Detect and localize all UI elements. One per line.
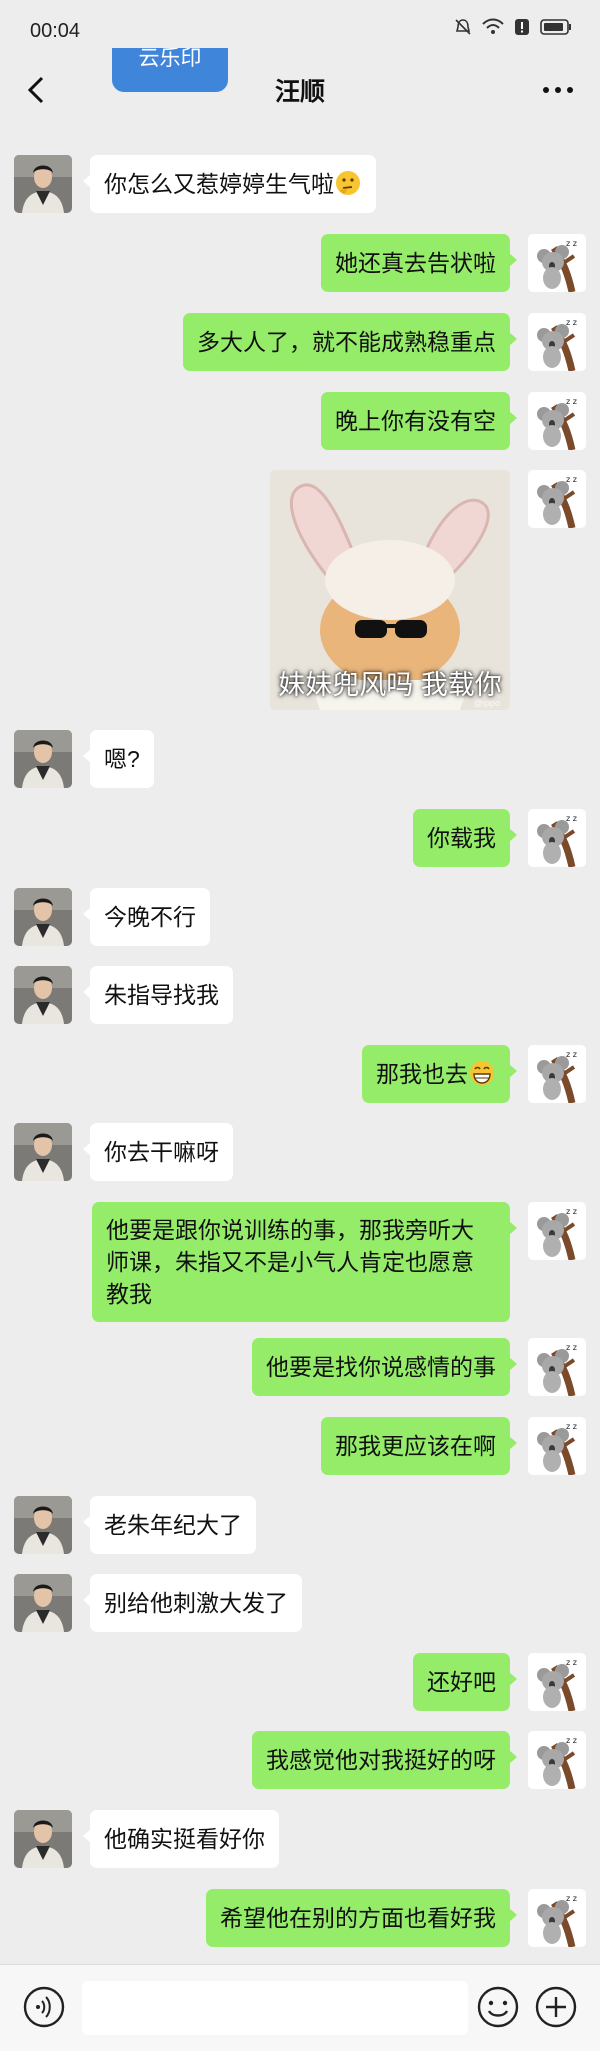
contact-avatar[interactable] <box>14 1810 72 1868</box>
outgoing-message-bubble[interactable]: 他要是找你说感情的事 <box>252 1338 517 1396</box>
incoming-message-bubble[interactable]: 嗯? <box>83 730 154 788</box>
outgoing-message-bubble[interactable]: 希望他在别的方面也看好我 <box>206 1889 517 1947</box>
status-bar: 00:04 <box>0 0 600 58</box>
contact-avatar[interactable] <box>14 155 72 213</box>
incoming-message-bubble[interactable]: 别给他刺激大发了 <box>83 1574 302 1632</box>
more-options-icon[interactable] <box>538 72 578 108</box>
sticker-caption: 妹妹兜风吗 我载你 <box>278 670 502 700</box>
voice-input-icon[interactable] <box>22 1985 66 2029</box>
message-text: 老朱年纪大了 <box>104 1512 242 1538</box>
incoming-message-bubble[interactable]: 你去干嘛呀 <box>83 1123 233 1181</box>
message-text: 别给他刺激大发了 <box>104 1590 288 1616</box>
my-avatar[interactable] <box>528 392 586 450</box>
incoming-message-bubble[interactable]: 你怎么又惹婷婷生气啦 <box>83 155 376 213</box>
contact-avatar[interactable] <box>14 888 72 946</box>
message-text: 希望他在别的方面也看好我 <box>220 1905 496 1931</box>
contact-avatar[interactable] <box>14 966 72 1024</box>
outgoing-message-bubble[interactable]: 那我更应该在啊 <box>321 1417 517 1475</box>
floating-app-pill[interactable]: 云乐印 <box>112 48 228 92</box>
outgoing-message-bubble[interactable]: 他要是跟你说训练的事，那我旁听大师课，朱指又不是小气人肯定也愿意教我 <box>92 1202 517 1322</box>
my-avatar[interactable] <box>528 1653 586 1711</box>
message-text: 那我也去 <box>376 1061 468 1087</box>
incoming-message-bubble[interactable]: 朱指导找我 <box>83 966 233 1024</box>
more-actions-plus-icon[interactable] <box>534 1985 578 2029</box>
my-avatar[interactable] <box>528 1202 586 1260</box>
message-text: 他要是找你说感情的事 <box>266 1354 496 1380</box>
my-avatar[interactable] <box>528 1889 586 1947</box>
sticker-image[interactable]: 妹妹兜风吗 我载你 @ippo <box>270 470 510 710</box>
floating-app-label: 云乐印 <box>138 48 202 70</box>
my-avatar[interactable] <box>528 1417 586 1475</box>
incoming-message-bubble[interactable]: 今晚不行 <box>83 888 210 946</box>
my-avatar[interactable] <box>528 809 586 867</box>
message-text: 今晚不行 <box>104 904 196 930</box>
grinning-face-emoji-icon <box>470 1061 494 1085</box>
alert-icon <box>515 19 529 35</box>
wifi-icon <box>482 18 504 34</box>
message-text: 你怎么又惹婷婷生气啦 <box>104 171 334 197</box>
incoming-message-bubble[interactable]: 老朱年纪大了 <box>83 1496 256 1554</box>
battery-icon <box>540 19 571 35</box>
emoji-picker-icon[interactable] <box>476 1985 520 2029</box>
status-time: 00:04 <box>30 20 81 42</box>
outgoing-message-bubble[interactable]: 晚上你有没有空 <box>321 392 517 450</box>
outgoing-message-bubble[interactable]: 还好吧 <box>413 1653 517 1711</box>
my-avatar[interactable] <box>528 1731 586 1789</box>
message-text: 那我更应该在啊 <box>335 1433 496 1459</box>
message-text: 嗯? <box>104 746 140 772</box>
chat-input-bar <box>0 1964 600 2051</box>
sticker-watermark: @ippo <box>473 698 500 708</box>
mute-icon <box>455 19 471 35</box>
message-text: 你去干嘛呀 <box>104 1139 219 1165</box>
message-input[interactable] <box>82 1981 468 2035</box>
outgoing-message-bubble[interactable]: 那我也去 <box>362 1045 517 1103</box>
message-text: 朱指导找我 <box>104 982 219 1008</box>
contact-avatar[interactable] <box>14 1496 72 1554</box>
message-text: 他要是跟你说训练的事，那我旁听大师课，朱指又不是小气人肯定也愿意教我 <box>106 1217 474 1307</box>
outgoing-message-bubble[interactable]: 你载我 <box>413 809 517 867</box>
outgoing-message-bubble[interactable]: 我感觉他对我挺好的呀 <box>252 1731 517 1789</box>
message-text: 多大人了，就不能成熟稳重点 <box>197 329 496 355</box>
chat-title: 汪顺 <box>274 78 325 106</box>
message-text: 晚上你有没有空 <box>335 408 496 434</box>
message-text: 她还真去告状啦 <box>335 250 496 276</box>
contact-avatar[interactable] <box>14 1123 72 1181</box>
my-avatar[interactable] <box>528 470 586 528</box>
my-avatar[interactable] <box>528 1338 586 1396</box>
status-icons <box>454 18 572 36</box>
outgoing-message-bubble[interactable]: 多大人了，就不能成熟稳重点 <box>183 313 517 371</box>
contact-avatar[interactable] <box>14 730 72 788</box>
outgoing-message-bubble[interactable]: 她还真去告状啦 <box>321 234 517 292</box>
my-avatar[interactable] <box>528 234 586 292</box>
incoming-message-bubble[interactable]: 他确实挺看好你 <box>83 1810 279 1868</box>
message-text: 还好吧 <box>427 1669 496 1695</box>
my-avatar[interactable] <box>528 1045 586 1103</box>
message-text: 他确实挺看好你 <box>104 1826 265 1852</box>
contact-avatar[interactable] <box>14 1574 72 1632</box>
my-avatar[interactable] <box>528 313 586 371</box>
chat-header: 汪顺 <box>0 58 600 122</box>
thinking-face-emoji-icon <box>336 171 360 195</box>
message-text: 你载我 <box>427 825 496 851</box>
message-text: 我感觉他对我挺好的呀 <box>266 1747 496 1773</box>
